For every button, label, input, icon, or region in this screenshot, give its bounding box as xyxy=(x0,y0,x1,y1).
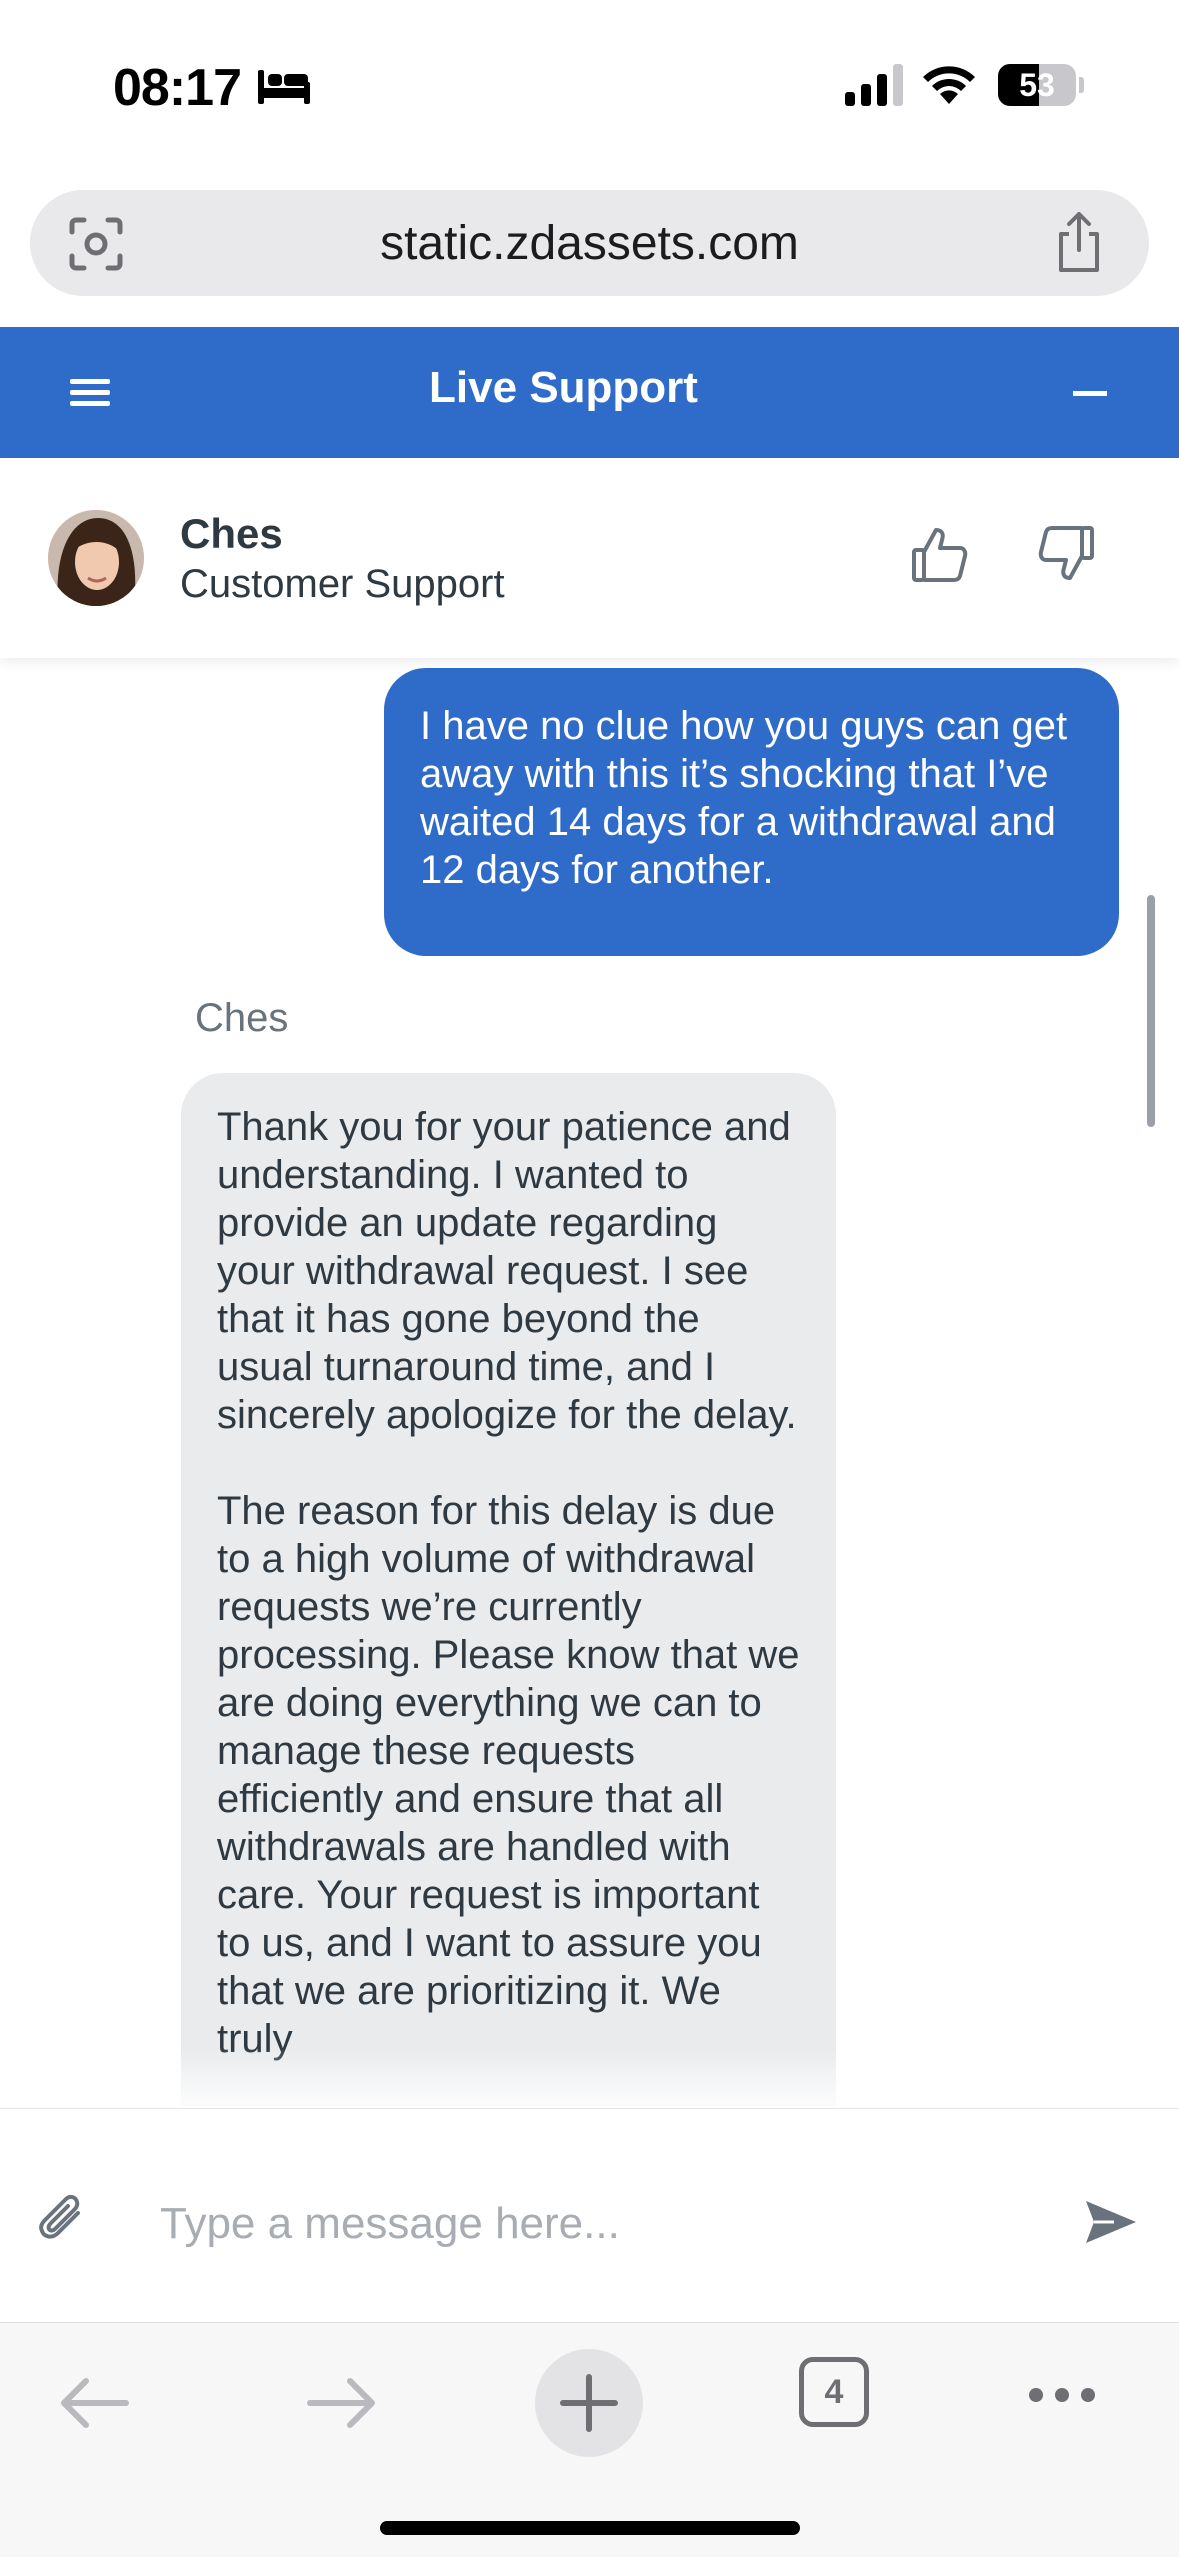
url-text[interactable]: static.zdassets.com xyxy=(30,216,1149,271)
browser-toolbar: 4 xyxy=(0,2322,1179,2557)
minimize-icon[interactable] xyxy=(1073,391,1107,396)
status-bar: 08:17 53 xyxy=(0,0,1179,170)
paperclip-icon[interactable] xyxy=(38,2191,84,2241)
share-icon[interactable] xyxy=(1051,210,1107,274)
url-bar[interactable]: static.zdassets.com xyxy=(30,190,1149,296)
status-time: 08:17 xyxy=(113,59,242,117)
agent-name: Ches xyxy=(180,510,283,557)
agent-role: Customer Support xyxy=(180,562,505,606)
cellular-signal-icon xyxy=(845,64,903,106)
agent-bar: Ches Customer Support xyxy=(0,458,1179,658)
message-composer xyxy=(0,2108,1179,2323)
bed-icon xyxy=(258,70,310,104)
more-icon[interactable] xyxy=(1026,2385,1098,2405)
scroll-fade xyxy=(0,2048,1179,2108)
user-message-bubble: I have no clue how you guys can get away… xyxy=(384,668,1119,956)
message-list[interactable]: I have no clue how you guys can get away… xyxy=(0,658,1179,2108)
chat-header: Live Support xyxy=(0,327,1179,458)
home-indicator xyxy=(380,2521,800,2535)
battery-tip xyxy=(1079,77,1084,93)
thumbs-up-icon[interactable] xyxy=(910,524,970,584)
thumbs-down-icon[interactable] xyxy=(1036,524,1096,584)
agent-avatar xyxy=(48,510,144,606)
message-input[interactable] xyxy=(160,2189,1040,2259)
back-arrow-icon[interactable] xyxy=(58,2375,130,2431)
tabs-count-button[interactable]: 4 xyxy=(799,2357,869,2427)
battery-percent: 53 xyxy=(1019,67,1055,103)
new-tab-button[interactable] xyxy=(535,2349,643,2457)
battery-icon: 53 xyxy=(998,64,1076,106)
wifi-icon xyxy=(923,66,975,104)
message-sender-label: Ches xyxy=(195,996,289,1040)
send-icon[interactable] xyxy=(1084,2197,1138,2247)
message-scrollbar[interactable] xyxy=(1147,895,1155,1127)
forward-arrow-icon[interactable] xyxy=(306,2375,378,2431)
plus-icon xyxy=(560,2374,618,2432)
chat-title: Live Support xyxy=(429,363,698,412)
agent-message-bubble: Thank you for your patience and understa… xyxy=(181,1073,836,2108)
